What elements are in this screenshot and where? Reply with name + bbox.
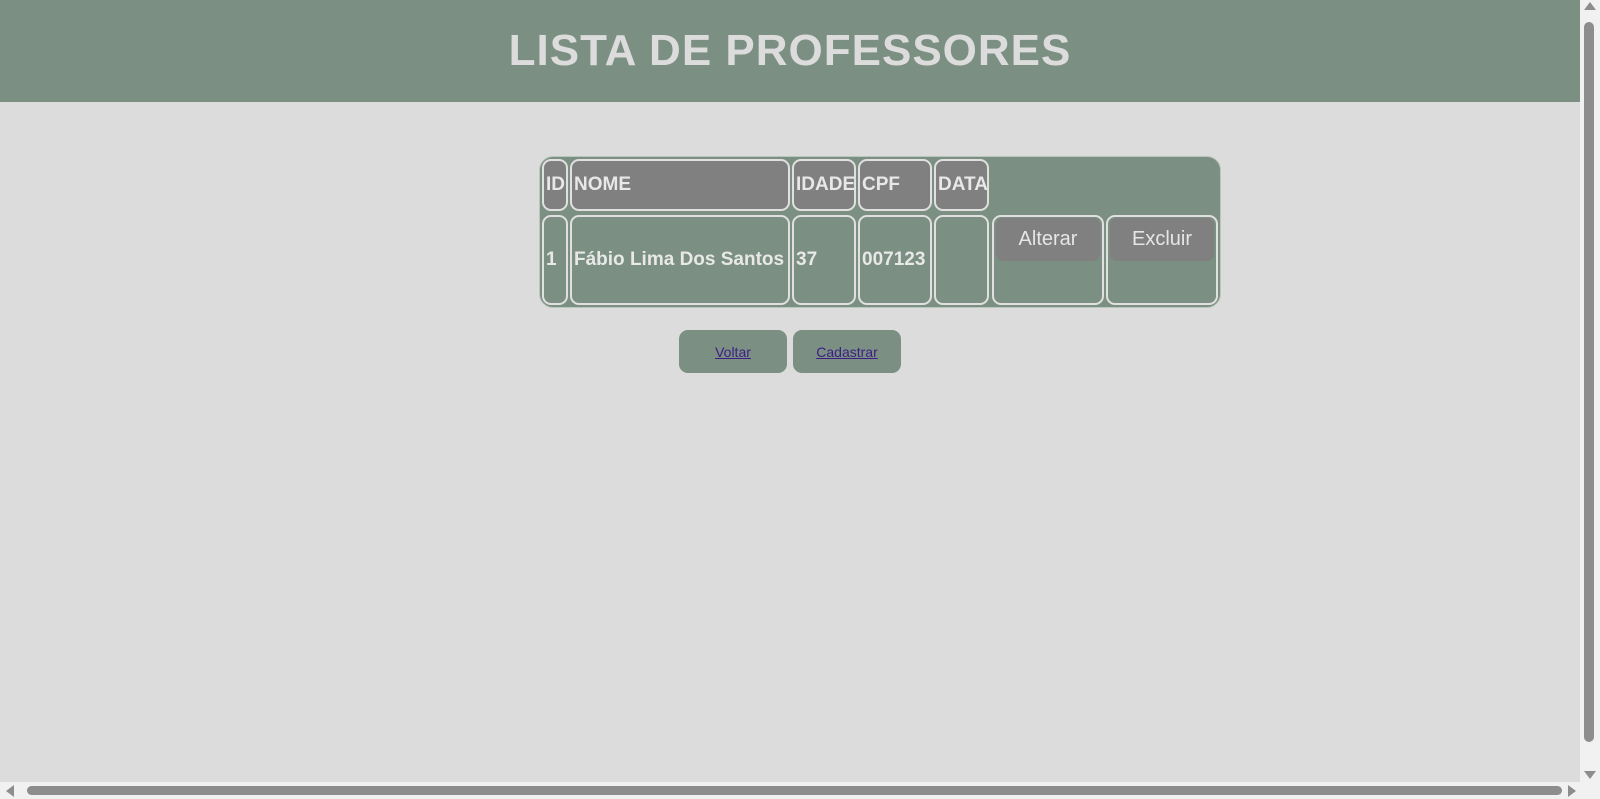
voltar-button[interactable]: Voltar [679, 330, 787, 373]
cadastrar-button[interactable]: Cadastrar [793, 330, 901, 373]
cadastrar-link[interactable]: Cadastrar [816, 344, 877, 360]
cell-idade: 37 [792, 215, 856, 305]
horizontal-scrollbar[interactable] [0, 782, 1600, 799]
column-header-idade: IDADE [792, 159, 856, 211]
cell-excluir: Excluir [1106, 215, 1218, 305]
cell-data [934, 215, 989, 305]
vertical-scroll-thumb[interactable] [1584, 22, 1594, 742]
column-header-nome: NOME [570, 159, 790, 211]
column-header-id: ID [542, 159, 568, 211]
scroll-right-arrow-icon[interactable] [1568, 785, 1576, 797]
vertical-scrollbar[interactable] [1580, 0, 1600, 782]
scroll-down-arrow-icon[interactable] [1584, 771, 1596, 779]
column-header-data: DATA [934, 159, 989, 211]
page-title: LISTA DE PROFESSORES [508, 26, 1072, 75]
excluir-button[interactable]: Excluir [1110, 218, 1214, 261]
scroll-left-arrow-icon[interactable] [6, 785, 14, 797]
teachers-table: ID NOME IDADE CPF DATA 1 Fábio Lima Dos … [539, 156, 1221, 308]
page-header: LISTA DE PROFESSORES [0, 0, 1580, 102]
voltar-link[interactable]: Voltar [715, 344, 751, 360]
cell-nome: Fábio Lima Dos Santos [570, 215, 790, 305]
horizontal-scroll-thumb[interactable] [27, 786, 1562, 795]
column-header-cpf: CPF [858, 159, 932, 211]
cell-id: 1 [542, 215, 568, 305]
cell-alterar: Alterar [992, 215, 1104, 305]
alterar-button[interactable]: Alterar [996, 218, 1100, 261]
cell-cpf: 007123 [858, 215, 932, 305]
scroll-up-arrow-icon[interactable] [1584, 2, 1596, 10]
